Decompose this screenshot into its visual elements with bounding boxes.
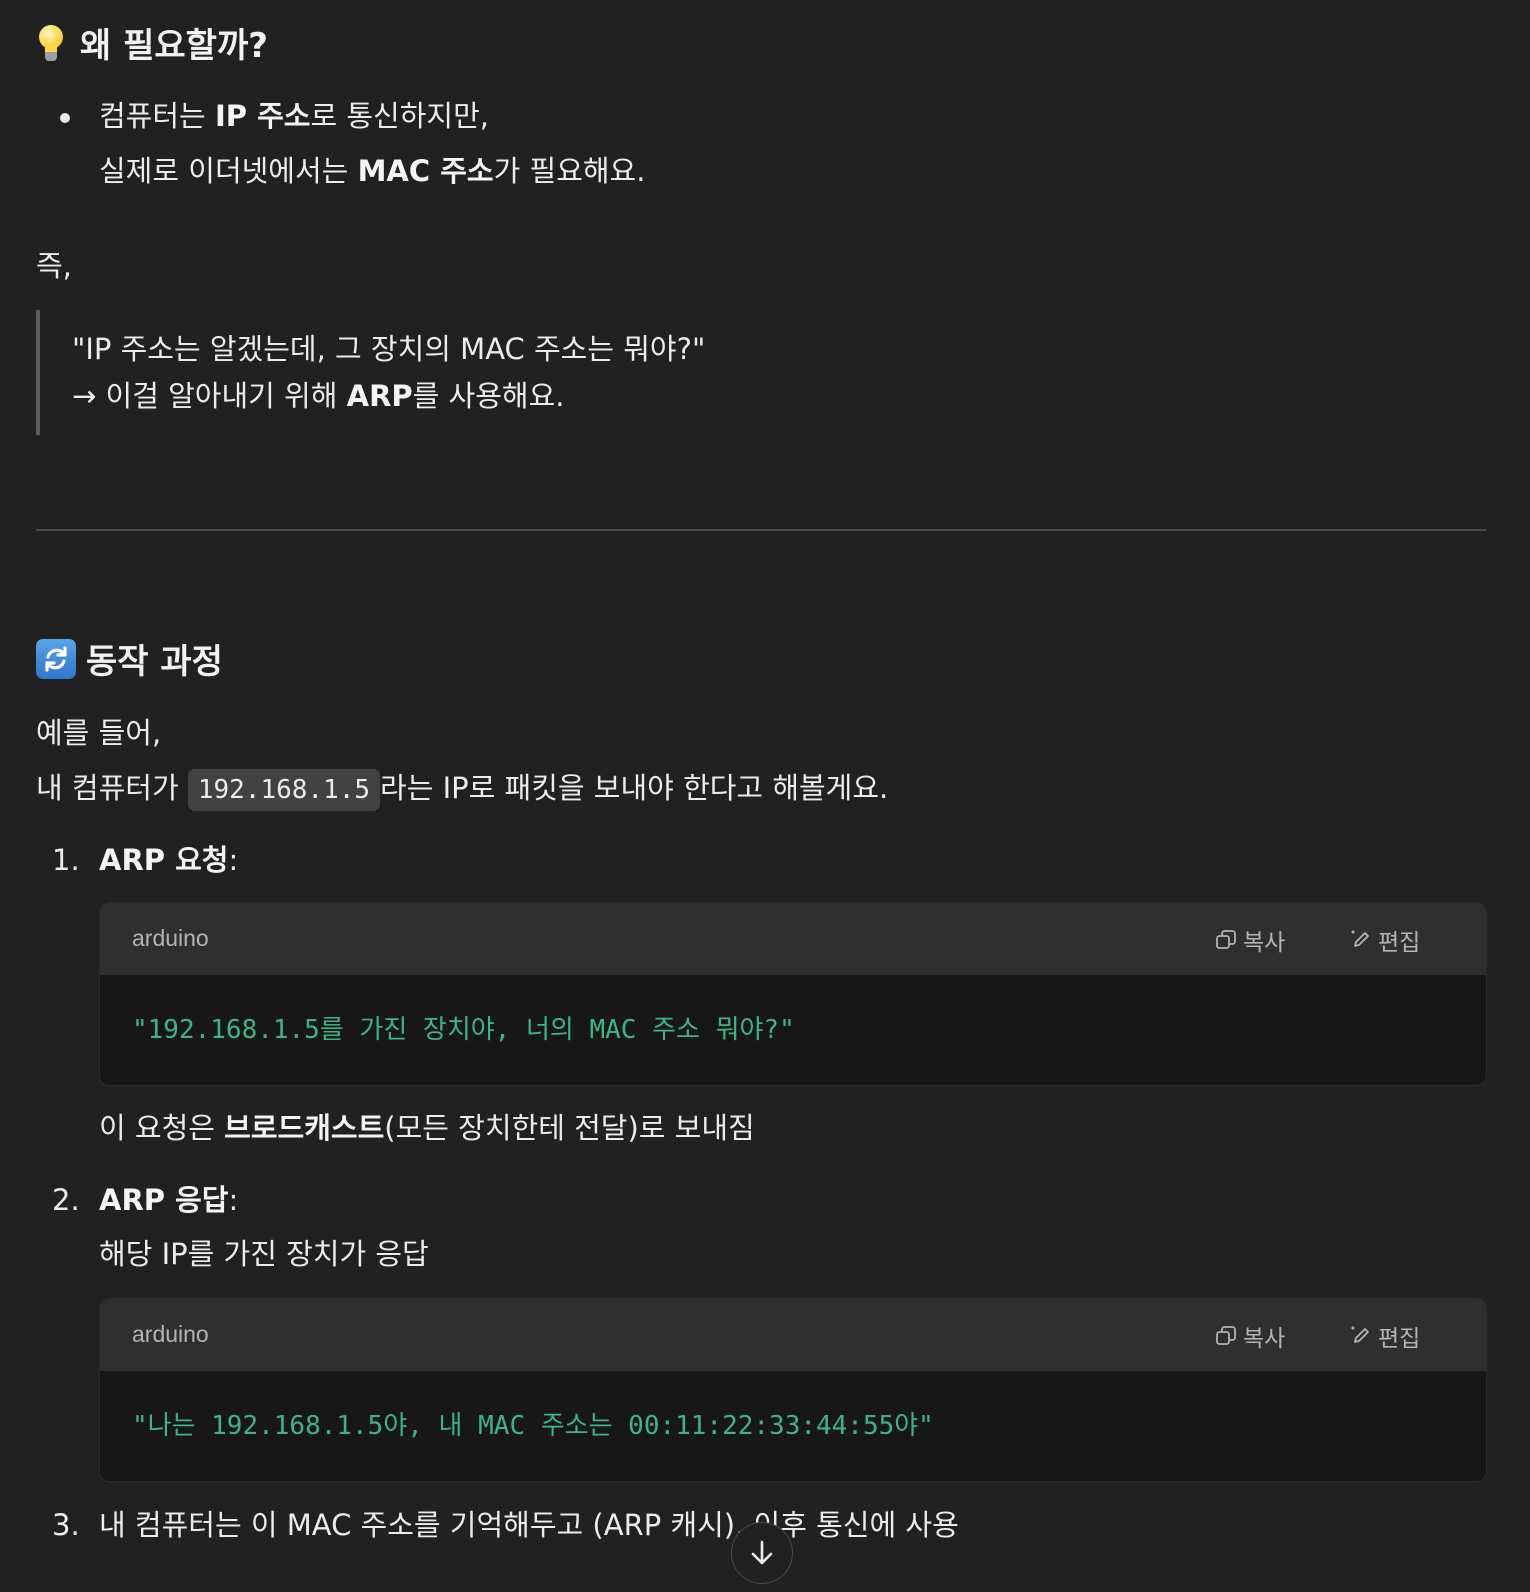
edit-button-label: 편집 (1378, 1326, 1421, 1352)
edit-button[interactable]: 편집 (1350, 923, 1420, 957)
code-block-1-body: "192.168.1.5를 가진 장치야, 너의 MAC 주소 뭐야?" (100, 975, 1486, 1085)
step-1-after-bold: 브로드캐스트 (224, 1111, 385, 1145)
blockquote-line-1: "IP 주소는 알겠는데, 그 장치의 MAC 주소는 뭐야?" (72, 332, 706, 366)
code-block-1-language: arduino (132, 925, 209, 951)
arrow-down-icon (751, 1540, 773, 1565)
section-heading-why: 왜 필요할까? (36, 18, 268, 67)
section-heading-why-text: 왜 필요할까? (80, 26, 268, 66)
step-1-title: ARP 요청: (99, 840, 238, 880)
blockquote-bar (36, 310, 40, 435)
lightbulb-icon (36, 23, 66, 63)
bullet-marker (60, 113, 70, 123)
copy-icon (1216, 1326, 1236, 1345)
inline-code-ip: 192.168.1.5 (187, 769, 381, 811)
blockquote-line-2-bold: ARP (346, 379, 413, 413)
bullet-line-1: 컴퓨터는 IP 주소로 통신하지만, (99, 96, 489, 136)
step-2-title: ARP 응답: (99, 1180, 238, 1220)
bullet-line-2-post: 가 필요해요. (493, 154, 646, 188)
step-1-title-bold: ARP 요청 (99, 843, 229, 877)
step-1-after-text: 이 요청은 브로드캐스트(모든 장치한테 전달)로 보내짐 (99, 1108, 755, 1148)
edit-button[interactable]: 편집 (1350, 1319, 1420, 1353)
bullet-line-1-pre: 컴퓨터는 (99, 99, 215, 133)
code-block-1-header: arduino 복사 편집 (100, 903, 1486, 975)
code-block-1-text: "192.168.1.5를 가진 장치야, 너의 MAC 주소 뭐야?" (132, 1015, 795, 1045)
step-1-title-colon: : (228, 843, 239, 877)
edit-icon (1351, 930, 1369, 947)
edit-button-label: 편집 (1378, 930, 1421, 956)
intro-line-1: 예를 들어, (36, 716, 162, 750)
step-2-number: 2. (52, 1183, 80, 1217)
intro-line-2: 내 컴퓨터가 192.168.1.5 라는 IP로 패킷을 보내야 한다고 해볼게… (36, 768, 888, 811)
copy-button[interactable]: 복사 (1215, 1319, 1285, 1353)
intro-line-2-post: 라는 IP로 패킷을 보내야 한다고 해볼게요. (380, 771, 889, 805)
section-heading-process: 동작 과정 (36, 634, 223, 683)
bullet-line-2: 실제로 이더넷에서는 MAC 주소가 필요해요. (99, 151, 645, 191)
step-1-number: 1. (52, 843, 80, 877)
blockquote-line-2-post: 를 사용해요. (412, 379, 565, 413)
intro-line-2-pre: 내 컴퓨터가 (36, 771, 188, 805)
code-block-2-text: "나는 192.168.1.5야, 내 MAC 주소는 00:11:22:33:… (132, 1411, 934, 1441)
step-1-after-pre: 이 요청은 (99, 1111, 225, 1145)
copy-button-label: 복사 (1243, 930, 1286, 956)
copy-icon (1216, 930, 1236, 949)
bullet-line-1-post: 로 통신하지만, (310, 99, 489, 133)
code-block-2-body: "나는 192.168.1.5야, 내 MAC 주소는 00:11:22:33:… (100, 1371, 1486, 1481)
step-3-text: 내 컴퓨터는 이 MAC 주소를 기억해두고 (ARP 캐시), 이후 통신에 … (99, 1508, 959, 1542)
section-heading-process-text: 동작 과정 (86, 642, 223, 682)
refresh-icon (36, 638, 76, 679)
code-block-1: arduino 복사 편집 "192.168.1.5를 가진 장치야, 너의 M… (99, 902, 1487, 1086)
code-block-2-header: arduino 복사 편집 (100, 1299, 1486, 1371)
bullet-line-1-bold: IP 주소 (214, 99, 311, 133)
copy-button[interactable]: 복사 (1215, 923, 1285, 957)
copy-button-label: 복사 (1243, 1326, 1286, 1352)
step-2-title-colon: : (228, 1183, 239, 1217)
code-block-2: arduino 복사 편집 "나는 192.168.1.5야, 내 MAC 주소… (99, 1298, 1487, 1482)
step-3-number: 3. (52, 1508, 80, 1542)
code-block-2-language: arduino (132, 1321, 209, 1347)
step-2-description: 해당 IP를 가진 장치가 응답 (99, 1237, 429, 1271)
bullet-line-2-pre: 실제로 이더넷에서는 (99, 154, 358, 188)
divider (36, 529, 1486, 531)
blockquote-line-2: → 이걸 알아내기 위해 ARP를 사용해요. (72, 376, 565, 416)
blockquote-line-2-pre: → 이걸 알아내기 위해 (72, 379, 347, 413)
edit-icon (1351, 1326, 1369, 1343)
step-2-title-bold: ARP 응답 (99, 1183, 229, 1217)
scroll-to-bottom-button[interactable] (731, 1522, 793, 1584)
step-1-after-post: (모든 장치한테 전달)로 보내짐 (384, 1111, 755, 1145)
bullet-line-2-bold: MAC 주소 (357, 154, 494, 188)
that-is-text: 즉, (36, 249, 72, 283)
